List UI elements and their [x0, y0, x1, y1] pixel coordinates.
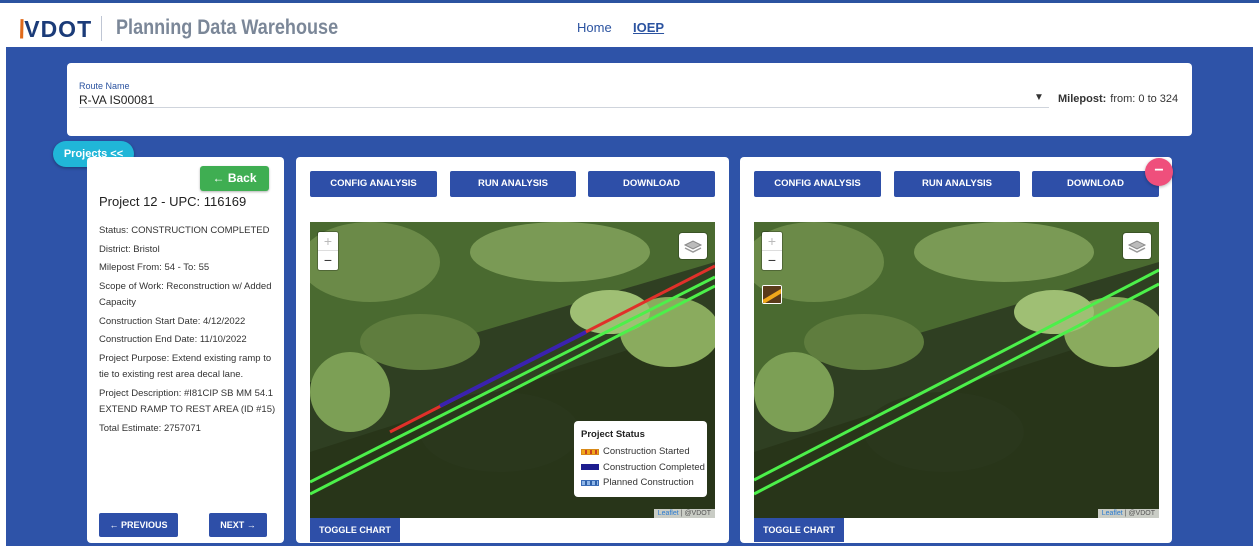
logo-text: VDOT	[24, 16, 93, 42]
milepost-value: from: 0 to 324	[1110, 93, 1179, 105]
close-panel-button[interactable]: −	[1145, 158, 1173, 186]
run-analysis-button-right[interactable]: RUN ANALYSIS	[894, 171, 1020, 197]
zoom-out-button[interactable]: −	[318, 251, 338, 270]
app-title: Planning Data Warehouse	[116, 16, 339, 39]
legend-label-started: Construction Started	[603, 446, 690, 458]
leaflet-link[interactable]: Leaflet	[658, 510, 679, 517]
map-attribution-right: Leaflet | @VDOT	[1097, 509, 1159, 518]
leaflet-link-right[interactable]: Leaflet	[1102, 510, 1123, 517]
project-status: Status: CONSTRUCTION COMPLETED	[99, 225, 270, 236]
map-view-right[interactable]: + − Leaflet | @VDOT	[754, 222, 1159, 518]
milepost-label: Milepost:	[1058, 93, 1107, 105]
layers-icon[interactable]	[679, 233, 707, 259]
config-analysis-button-right[interactable]: CONFIG ANALYSIS	[754, 171, 881, 197]
project-purpose: Project Purpose: Extend existing ramp to…	[99, 352, 272, 381]
next-button[interactable]: NEXT →	[209, 513, 267, 537]
chevron-down-icon[interactable]: ▼	[1034, 92, 1044, 103]
zoom-out-button-right[interactable]: −	[762, 251, 782, 270]
attribution-owner: @VDOT	[684, 510, 711, 517]
legend-swatch-planned	[581, 479, 599, 486]
legend-label-completed: Construction Completed	[603, 461, 705, 473]
toggle-chart-button-right[interactable]: TOGGLE CHART	[754, 518, 844, 542]
project-panel: ← Back Project 12 - UPC: 116169 Status: …	[87, 157, 284, 543]
map-attribution: Leaflet | @VDOT	[653, 509, 715, 518]
project-details: Status: CONSTRUCTION COMPLETED District:…	[99, 223, 279, 439]
project-end-date: Construction End Date: 11/10/2022	[99, 334, 247, 345]
legend-label-planned: Planned Construction	[603, 477, 694, 489]
zoom-control: + −	[318, 232, 338, 270]
zoom-in-button[interactable]: +	[318, 232, 338, 251]
legend-title: Project Status	[581, 429, 645, 440]
nav-home[interactable]: Home	[577, 20, 612, 35]
legend-swatch-completed	[581, 464, 599, 471]
layers-icon-right[interactable]	[1123, 233, 1151, 259]
map-card-left: CONFIG ANALYSIS RUN ANALYSIS DOWNLOAD + …	[296, 157, 729, 543]
route-name-select[interactable]: R-VA IS00081	[79, 93, 154, 107]
legend: Project Status Construction Started Cons…	[574, 421, 707, 497]
layer-thumbnail-icon[interactable]	[762, 285, 782, 304]
toggle-chart-button[interactable]: TOGGLE CHART	[310, 518, 400, 542]
project-total-estimate: Total Estimate: 2757071	[99, 422, 201, 434]
legend-item-completed: Construction Completed	[581, 460, 707, 476]
zoom-control-right: + −	[762, 232, 782, 270]
attribution-owner-right: @VDOT	[1128, 510, 1155, 517]
legend-item-started: Construction Started	[581, 444, 707, 460]
zoom-in-button-right[interactable]: +	[762, 232, 782, 251]
project-scope: Scope of Work: Reconstruction w/ Added C…	[99, 280, 272, 309]
milepost-range: Milepost: from: 0 to 324	[1058, 93, 1178, 105]
vdot-logo[interactable]: \ VDOT	[15, 14, 93, 45]
previous-button[interactable]: ← PREVIOUS	[99, 513, 178, 537]
top-bar: \ VDOT Planning Data Warehouse Home IOEP	[0, 0, 1259, 47]
route-select-underline	[79, 107, 1049, 108]
nav-ioep[interactable]: IOEP	[633, 20, 664, 35]
map-card-right: CONFIG ANALYSIS RUN ANALYSIS DOWNLOAD + …	[740, 157, 1172, 543]
project-description: Project Description: #I81CIP SB MM 54.1 …	[99, 387, 276, 416]
route-card: Route Name R-VA IS00081 ▼ Milepost: from:…	[67, 63, 1192, 136]
project-start-date: Construction Start Date: 4/12/2022	[99, 315, 246, 327]
project-title: Project 12 - UPC: 116169	[99, 194, 247, 209]
legend-swatch-started	[581, 448, 599, 455]
satellite-map-right	[754, 222, 1159, 518]
project-district: District: Bristol	[99, 243, 160, 255]
project-milepost: Milepost From: 54 - To: 55	[99, 262, 210, 273]
config-analysis-button[interactable]: CONFIG ANALYSIS	[310, 171, 437, 197]
route-name-label: Route Name	[79, 81, 130, 91]
run-analysis-button[interactable]: RUN ANALYSIS	[450, 171, 576, 197]
header-divider	[101, 16, 102, 41]
download-button-right[interactable]: DOWNLOAD	[1032, 171, 1159, 197]
legend-item-planned: Planned Construction	[581, 475, 707, 491]
back-button[interactable]: ← Back	[200, 166, 269, 191]
map-view[interactable]: + − Project Status Construction Started …	[310, 222, 715, 518]
download-button[interactable]: DOWNLOAD	[588, 171, 715, 197]
